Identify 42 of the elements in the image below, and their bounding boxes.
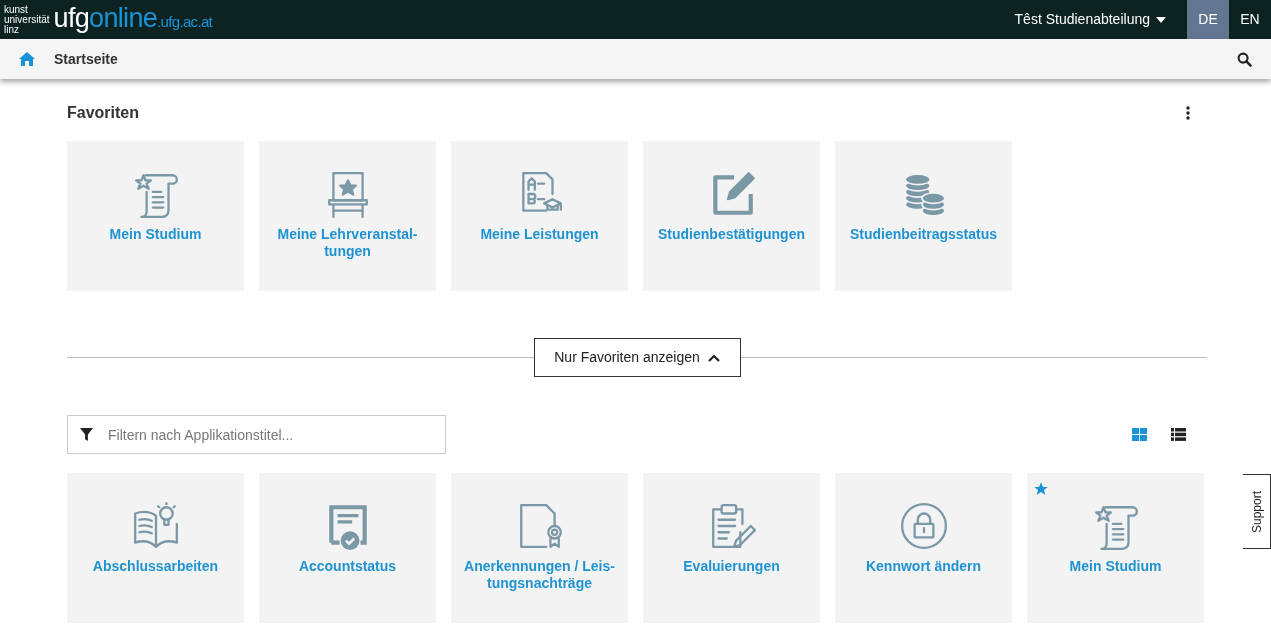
tile-title: Kennwort ändern — [864, 558, 983, 575]
logo-text: kunst universität linz — [4, 4, 50, 35]
page-title: Startseite — [54, 49, 118, 69]
search-icon[interactable] — [1237, 51, 1252, 67]
language-button[interactable]: DE — [1187, 0, 1229, 39]
logo-wordmark[interactable]: ufgonline.ufg.ac.at — [53, 2, 213, 37]
app-tile[interactable]: Meine Lehrveranstal- tungen — [259, 141, 436, 291]
app-tile[interactable]: Mein Studium — [1027, 473, 1204, 623]
chevron-up-icon — [707, 353, 720, 362]
show-favorites-button[interactable]: Nur Favoriten anzeigen — [533, 338, 741, 377]
app-tile[interactable]: Studienbestätigungen — [643, 141, 820, 291]
tile-title: Accountstatus — [297, 558, 398, 575]
star-icon[interactable] — [1033, 481, 1049, 497]
tile-title: Anerkennungen / Leis- tungsnachträge — [463, 558, 616, 592]
app-tile[interactable]: Anerkennungen / Leis- tungsnachträge — [451, 473, 628, 623]
tile-title: Abschlussarbeiten — [91, 558, 220, 575]
more-options-icon[interactable] — [1186, 106, 1190, 120]
tile-title: Mein Studium — [1068, 558, 1163, 575]
tile-title: Evaluierungen — [682, 558, 781, 575]
app-tile[interactable]: Accountstatus — [259, 473, 436, 623]
support-tab[interactable]: Support — [1243, 474, 1271, 549]
tile-title: Studienbeitragsstatus — [849, 226, 998, 243]
home-icon[interactable] — [19, 52, 35, 66]
lock-icon — [898, 501, 949, 551]
app-tile[interactable]: Meine Leistungen — [451, 141, 628, 291]
filter-icon — [80, 428, 93, 441]
list-view-icon[interactable] — [1171, 428, 1186, 441]
grid-view-icon[interactable] — [1132, 428, 1147, 441]
caret-down-icon — [1156, 16, 1166, 23]
tile-title: Meine Lehrveranstal- tungen — [276, 226, 419, 260]
app-tile[interactable]: Mein Studium — [67, 141, 244, 291]
app-tile[interactable]: Abschlussarbeiten — [67, 473, 244, 623]
tile-title: Meine Leistungen — [479, 226, 600, 243]
app-tile[interactable]: Studienbeitragsstatus — [835, 141, 1012, 291]
tile-title: Mein Studium — [108, 226, 203, 243]
app-tile[interactable]: Evaluierungen — [643, 473, 820, 623]
section-title: Favoriten — [67, 103, 139, 123]
language-button[interactable]: EN — [1229, 0, 1271, 39]
tile-title: Studienbestätigungen — [657, 226, 806, 243]
user-menu[interactable]: Têst Studienabteilung — [1014, 9, 1166, 30]
app-tile[interactable]: Kennwort ändern — [835, 473, 1012, 623]
filter-field[interactable]: Filtern nach Applikationstitel... — [67, 415, 446, 454]
